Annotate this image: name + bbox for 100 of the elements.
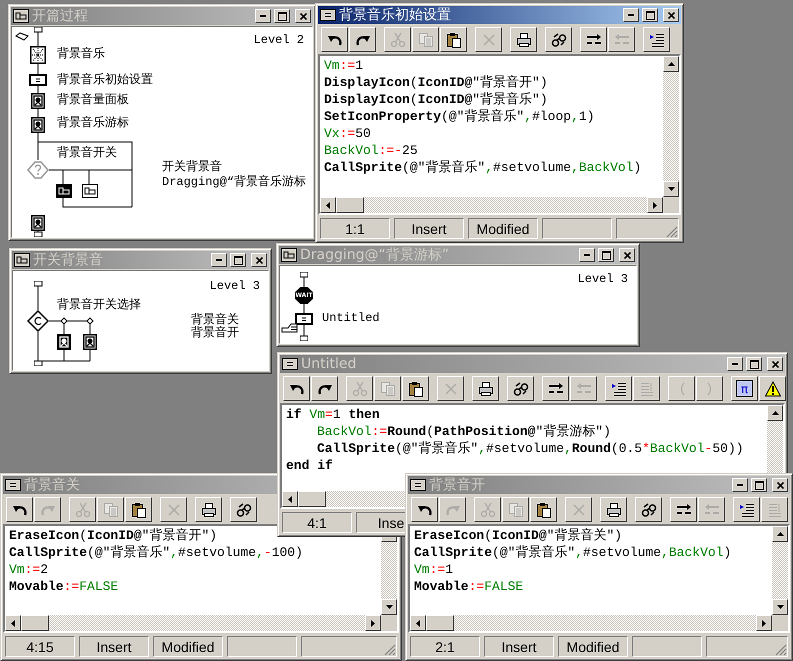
resize-grip-icon[interactable] [384,644,396,656]
find-button[interactable] [635,497,662,522]
scrollbar-thumb[interactable] [21,615,49,631]
maximize-button[interactable] [642,8,658,22]
indent-button[interactable] [643,27,670,52]
close-button[interactable] [295,9,311,23]
minimize-icon [216,259,222,261]
maximize-button[interactable] [598,248,614,262]
close-button[interactable] [767,357,783,371]
scroll-right-button[interactable] [756,615,772,631]
scroll-down-button[interactable] [772,599,788,615]
scroll-left-button[interactable] [410,615,426,631]
close-icon [256,256,262,264]
maximize-button[interactable] [751,478,767,492]
minimize-button[interactable] [732,478,748,492]
undo-button[interactable] [283,376,310,401]
level-label: Level 3 [210,279,260,293]
resize-grip-icon[interactable] [666,226,678,238]
horizontal-scrollbar[interactable] [410,615,772,631]
status-panel: 2:1 [410,636,480,657]
code-line: BackVol:=-25 [324,142,419,159]
scroll-left-button[interactable] [320,197,336,213]
scroll-down-button[interactable] [663,181,679,197]
flag-icon [15,32,29,41]
tab-right-button[interactable] [580,27,607,52]
undo-button[interactable] [6,497,33,522]
paste-button[interactable] [440,27,467,52]
minimize-button[interactable] [727,357,743,371]
window-title: Dragging@“背景游标” [300,246,450,264]
status-panel: Insert [394,218,464,239]
find-button[interactable] [230,497,257,522]
maximize-button[interactable] [746,357,762,371]
find-button[interactable] [545,27,572,52]
resize-grip-icon[interactable] [775,644,787,656]
horizontal-scrollbar[interactable] [320,197,663,213]
symbols-button[interactable]: π [731,376,758,401]
icon-label: 背景音开关选择 [57,298,141,312]
tab-right-button[interactable] [542,376,569,401]
minimize-button[interactable] [211,253,227,267]
copy-icon [418,32,434,48]
binoculars-icon [640,502,656,518]
scrollbar-thumb[interactable] [336,197,364,213]
printer-icon [516,32,532,48]
triangle-left-icon [326,202,330,208]
minimize-button[interactable] [579,248,595,262]
parenthesis-icon [706,382,712,396]
print-button[interactable] [195,497,222,522]
scroll-up-button[interactable] [663,56,679,72]
paste-button[interactable] [402,376,429,401]
code-line: Movable:=FALSE [414,578,524,595]
maximize-button[interactable] [274,9,290,23]
equals-box-icon [5,479,21,491]
scroll-left-button[interactable] [282,491,298,507]
close-button[interactable] [251,253,267,267]
horizontal-scrollbar[interactable] [5,615,381,631]
close-button[interactable] [619,248,635,262]
code-line: DisplayIcon(IconID@"背景音开") [324,74,549,91]
minimize-button[interactable] [255,9,271,23]
triangle-up-icon [668,62,674,66]
scroll-left-button[interactable] [5,615,21,631]
warning-button[interactable] [759,376,786,401]
crosshatch-box-icon [30,46,46,64]
print-button[interactable] [510,27,537,52]
close-button[interactable] [772,478,788,492]
vertical-scrollbar[interactable] [663,56,679,197]
minimize-button[interactable] [623,8,639,22]
equals-box-icon [410,479,426,491]
undo-button[interactable] [411,497,438,522]
vertical-scrollbar[interactable] [772,526,788,615]
status-panel: Insert [484,636,554,657]
equals-box-icon [295,313,313,325]
print-button[interactable] [600,497,627,522]
triangle-up-icon [772,411,778,415]
scroll-down-button[interactable] [381,599,397,615]
paste-button[interactable] [125,497,152,522]
undo-button[interactable] [321,27,348,52]
find-button[interactable] [507,376,534,401]
code-editor[interactable]: Vm:=1 DisplayIcon(IconID@"背景音开") DisplayIcon(IconID@"背景音乐") SetIconProperty(@"背景音乐",#loop,1) Vx:=50 BackVol:=-25 CallSprite(@"背景音乐",#setvolume,BackVol) [318,54,681,215]
scroll-right-button[interactable] [647,197,663,213]
scroll-up-button[interactable] [772,526,788,542]
minimize-icon [628,14,634,16]
indent-button[interactable] [605,376,632,401]
tab-right-button[interactable] [670,497,697,522]
scrollbar-thumb[interactable] [426,615,454,631]
indent-button[interactable] [733,497,760,522]
scroll-right-button[interactable] [365,615,381,631]
redo-button[interactable] [311,376,338,401]
scroll-up-button[interactable] [767,405,783,421]
code-editor[interactable]: EraseIcon(IconID@"背景音关") CallSprite(@"背景音乐",#setvolume,BackVol) Vm:=1 Movable:=FALSE [408,524,790,633]
minimize-icon [737,484,743,486]
scrollbar-thumb[interactable] [298,491,326,507]
paste-button[interactable] [530,497,557,522]
status-panel: Modified [153,636,223,657]
maximize-button[interactable] [230,253,246,267]
close-button[interactable] [663,8,679,22]
scissors-icon [74,502,90,518]
print-button[interactable] [472,376,499,401]
maximize-icon [278,12,286,20]
redo-button[interactable] [349,27,376,52]
binoculars-icon [550,32,566,48]
